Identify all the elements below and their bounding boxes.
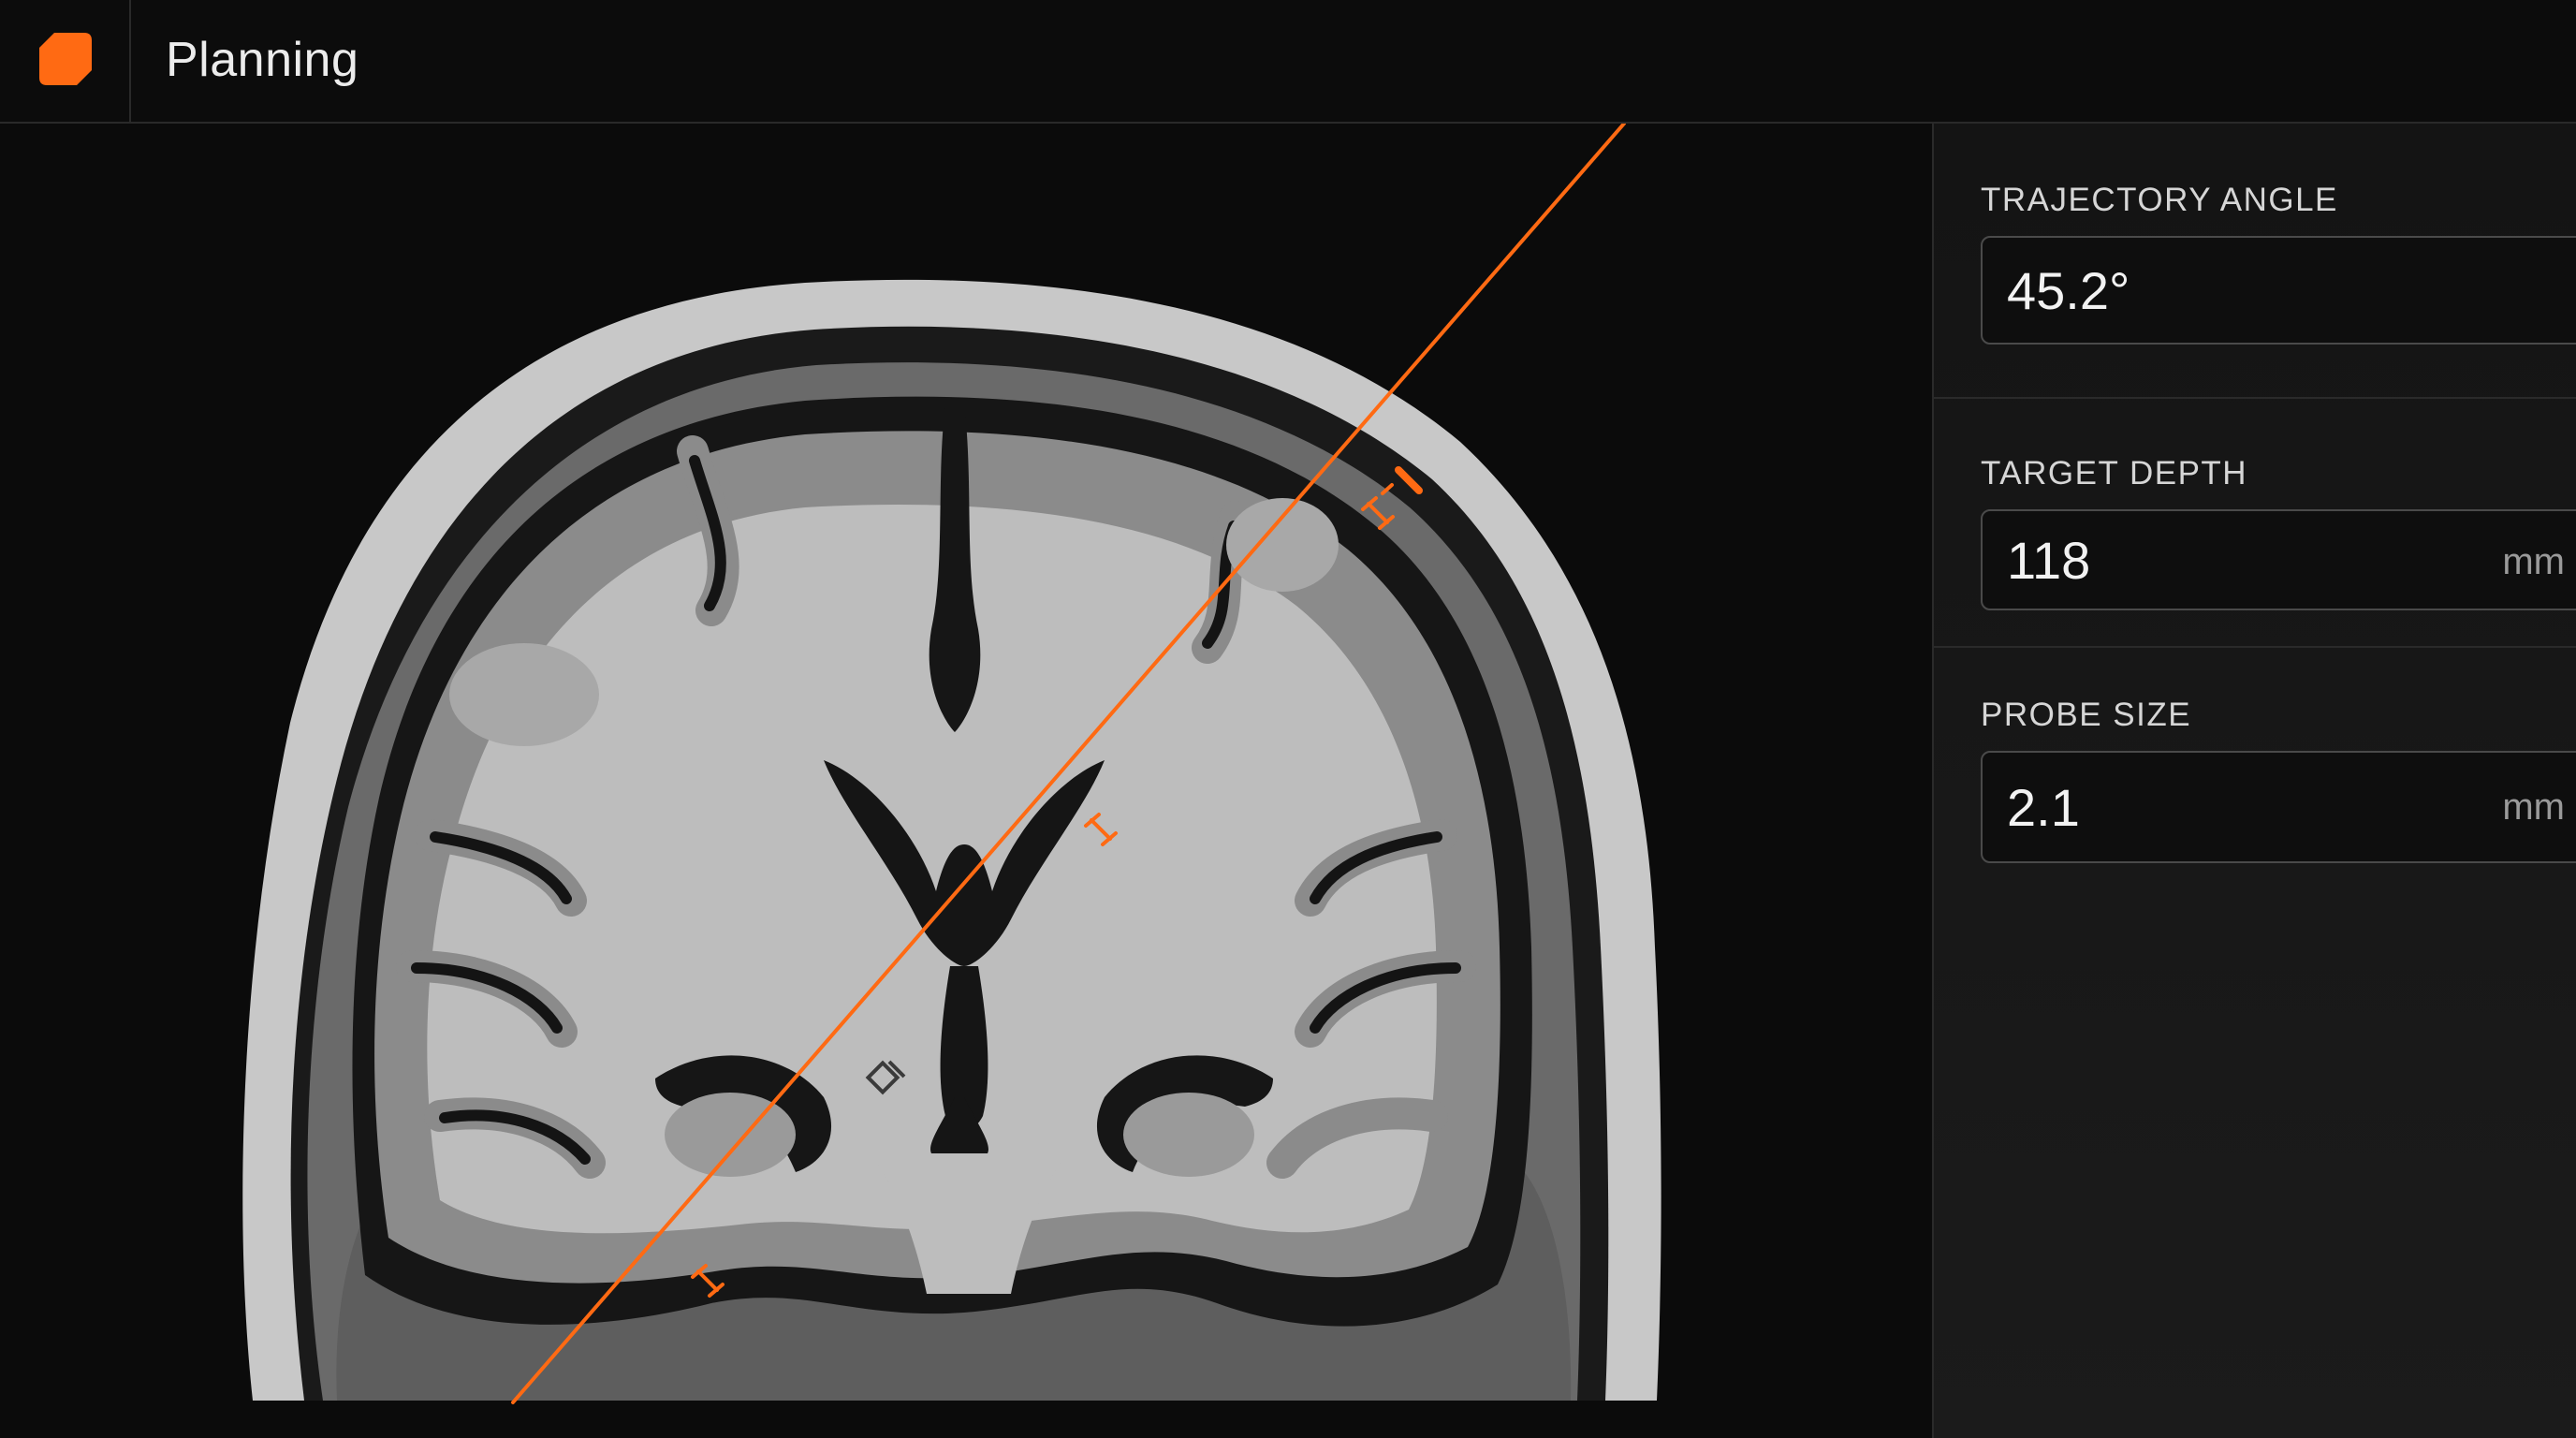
trajectory-angle-field[interactable]: 45.2°	[1981, 236, 2576, 345]
target-depth-field[interactable]: 118 mm	[1981, 509, 2576, 610]
image-viewer[interactable]	[0, 124, 1932, 1438]
right-hippocampus	[1123, 1093, 1254, 1177]
lesion-left	[449, 643, 599, 746]
probe-size-label: PROBE SIZE	[1981, 697, 2192, 733]
page-title: Planning	[166, 33, 359, 87]
mri-coronal-image[interactable]	[0, 124, 1932, 1438]
header-bar: Planning	[0, 0, 2576, 124]
probe-size-field[interactable]: 2.1 mm	[1981, 751, 2576, 863]
lesion-right	[1226, 498, 1339, 592]
white-matter	[427, 505, 1437, 1234]
app-logo-icon	[39, 33, 92, 85]
trajectory-angle-value: 45.2°	[2007, 261, 2130, 320]
app-logo[interactable]	[0, 0, 131, 122]
target-depth-section: TARGET DEPTH 118 mm	[1934, 399, 2576, 648]
target-depth-label: TARGET DEPTH	[1981, 455, 2248, 492]
app-window: Planning TRAJECTORY ANGLE 45.2° TARGET D…	[0, 0, 2576, 1438]
left-hippocampus	[665, 1093, 796, 1177]
probe-size-unit: mm	[2502, 786, 2565, 828]
trajectory-angle-label: TRAJECTORY ANGLE	[1981, 182, 2338, 218]
parameters-panel: TRAJECTORY ANGLE 45.2° TARGET DEPTH 118 …	[1932, 124, 2576, 1438]
trajectory-angle-section: TRAJECTORY ANGLE 45.2°	[1934, 124, 2576, 399]
probe-size-section: PROBE SIZE 2.1 mm	[1934, 648, 2576, 1022]
target-depth-unit: mm	[2502, 541, 2565, 582]
target-depth-value: 118	[2007, 531, 2091, 590]
probe-size-value: 2.1	[2007, 778, 2080, 837]
